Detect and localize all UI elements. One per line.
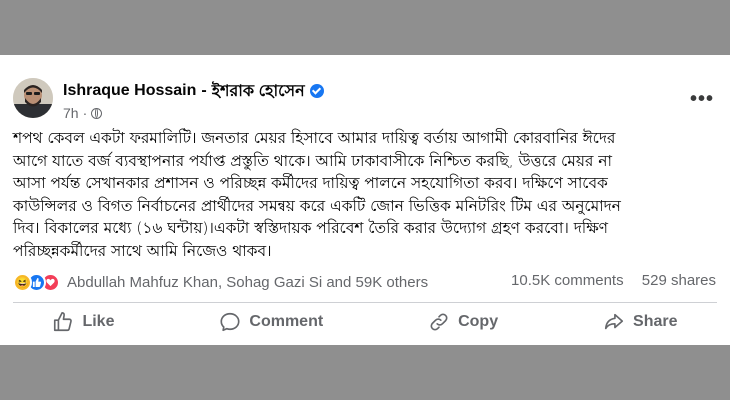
share-label: Share xyxy=(633,313,678,330)
copy-button[interactable]: Copy xyxy=(428,311,498,333)
link-icon xyxy=(430,313,448,331)
verified-badge-icon xyxy=(309,84,324,98)
reaction-names[interactable]: Abdullah Mahfuz Khan, Sohag Gazi Si and … xyxy=(67,274,428,291)
post-meta: 7h · xyxy=(63,104,103,122)
avatar[interactable] xyxy=(13,78,53,118)
thumbs-up-icon xyxy=(54,312,73,332)
divider xyxy=(13,302,717,303)
haha-icon: 😆 xyxy=(13,272,32,292)
share-icon xyxy=(604,313,624,330)
copy-label: Copy xyxy=(458,313,499,330)
post-time[interactable]: 7h xyxy=(63,105,79,121)
shares-count[interactable]: 529 shares xyxy=(642,272,716,289)
globe-icon[interactable] xyxy=(91,107,103,119)
author-name-english[interactable]: Ishraque Hossain xyxy=(63,82,196,100)
post-text: শপথ কেবল একটা ফরমালিটি। জনতার মেয়র হিসা… xyxy=(13,129,621,260)
more-options-icon[interactable]: ••• xyxy=(690,88,714,111)
name-separator: - xyxy=(201,82,207,99)
avatar-image xyxy=(13,78,53,118)
meta-dot: · xyxy=(82,105,88,121)
author-name-bangla[interactable]: ইশরাক হোসেন xyxy=(212,78,305,105)
author-row: Ishraque Hossain - ইশরাক হোসেন xyxy=(63,81,324,101)
comments-count[interactable]: 10.5K comments xyxy=(511,272,624,289)
comment-label: Comment xyxy=(249,313,324,330)
like-button[interactable]: Like xyxy=(52,311,114,333)
comment-button[interactable]: Comment xyxy=(219,311,323,333)
share-button[interactable]: Share xyxy=(603,311,677,333)
comment-icon xyxy=(220,312,240,332)
reaction-summary[interactable]: 😆 Abdullah Mahfuz Khan, Sohag Gazi Si an… xyxy=(13,272,428,292)
action-bar: Like Comment Copy Share xyxy=(0,306,730,338)
engagement-counts: 10.5K comments 529 shares xyxy=(497,272,716,289)
like-label: Like xyxy=(82,313,115,330)
